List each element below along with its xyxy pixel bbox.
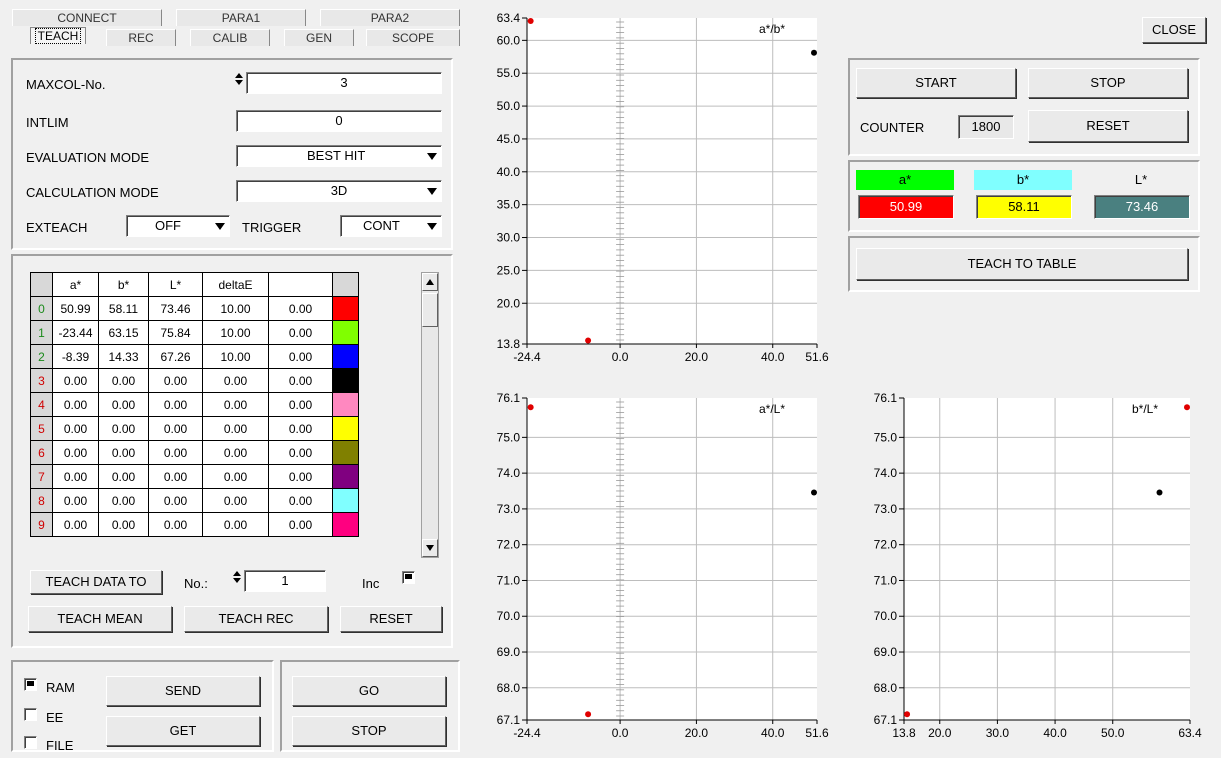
x-tick-label: 51.6 <box>805 726 829 740</box>
x-tick-label: 0.0 <box>612 726 629 740</box>
x-tick-label: -24.4 <box>513 726 541 740</box>
y-tick-label: 35.0 <box>497 198 521 212</box>
x-tick-label: 20.0 <box>928 726 952 740</box>
chart-title: b*/L* <box>1132 402 1158 416</box>
y-tick-label: 70.0 <box>497 609 521 623</box>
x-tick-label: 51.6 <box>805 350 829 364</box>
a-header: a* <box>856 170 954 190</box>
x-tick-label: 30.0 <box>986 726 1010 740</box>
plot-al-area <box>527 398 817 720</box>
y-tick-label: 13.8 <box>497 337 521 351</box>
x-tick-label: 13.8 <box>892 726 916 740</box>
data-point <box>904 711 911 718</box>
data-point <box>811 489 817 496</box>
plot-bl-area <box>904 398 1190 720</box>
y-tick-label: 25.0 <box>497 263 521 277</box>
data-point <box>1156 489 1163 496</box>
y-tick-label: 67.1 <box>874 713 898 727</box>
y-tick-label: 55.0 <box>497 66 521 80</box>
x-tick-label: 50.0 <box>1101 726 1125 740</box>
y-tick-label: 40.0 <box>497 165 521 179</box>
y-tick-label: 73.0 <box>874 502 898 516</box>
plot-ab-area <box>527 18 817 344</box>
chart-title: a*/b* <box>759 22 785 36</box>
teach-to-table-button[interactable]: TEACH TO TABLE <box>856 248 1188 280</box>
y-tick-label: 74.0 <box>497 466 521 480</box>
y-tick-label: 60.0 <box>497 33 521 47</box>
data-point <box>585 337 592 344</box>
data-point <box>1184 404 1190 411</box>
counter-reset-button[interactable]: RESET <box>1028 110 1188 142</box>
y-tick-label: 68.0 <box>874 681 898 695</box>
start-button[interactable]: START <box>856 68 1016 98</box>
data-point <box>811 49 817 56</box>
x-tick-label: 40.0 <box>761 350 785 364</box>
x-tick-label: 63.4 <box>1178 726 1202 740</box>
y-tick-label: 20.0 <box>497 296 521 310</box>
data-point <box>527 404 534 411</box>
y-tick-label: 30.0 <box>497 231 521 245</box>
x-tick-label: 40.0 <box>761 726 785 740</box>
y-tick-label: 75.0 <box>497 430 521 444</box>
y-tick-label: 63.4 <box>497 11 521 25</box>
y-tick-label: 76.1 <box>874 391 898 405</box>
y-tick-label: 69.0 <box>497 645 521 659</box>
y-tick-label: 76.1 <box>497 391 521 405</box>
x-tick-label: 40.0 <box>1043 726 1067 740</box>
y-tick-label: 73.0 <box>497 502 521 516</box>
x-tick-label: 0.0 <box>612 350 629 364</box>
y-tick-label: 67.1 <box>497 713 521 727</box>
chart-title: a*/L* <box>759 402 785 416</box>
x-tick-label: 20.0 <box>685 350 709 364</box>
a-value: 50.99 <box>858 195 954 219</box>
y-tick-label: 45.0 <box>497 132 521 146</box>
y-tick-label: 74.0 <box>874 466 898 480</box>
y-tick-label: 71.0 <box>497 573 521 587</box>
y-tick-label: 72.0 <box>874 538 898 552</box>
l-header: L* <box>1134 172 1148 187</box>
y-tick-label: 68.0 <box>497 681 521 695</box>
right-stop-button[interactable]: STOP <box>1028 68 1188 98</box>
y-tick-label: 70.0 <box>874 609 898 623</box>
data-point <box>585 711 592 718</box>
x-tick-label: 20.0 <box>685 726 709 740</box>
close-button[interactable]: CLOSE <box>1142 17 1206 43</box>
y-tick-label: 75.0 <box>874 430 898 444</box>
counter-label: COUNTER <box>860 120 925 135</box>
y-tick-label: 50.0 <box>497 99 521 113</box>
b-header: b* <box>974 170 1072 190</box>
y-tick-label: 71.0 <box>874 573 898 587</box>
y-tick-label: 72.0 <box>497 538 521 552</box>
counter-value: 1800 <box>958 115 1014 139</box>
data-point <box>527 18 534 24</box>
b-value: 58.11 <box>976 195 1072 219</box>
x-tick-label: -24.4 <box>513 350 541 364</box>
y-tick-label: 69.0 <box>874 645 898 659</box>
l-value: 73.46 <box>1094 195 1190 219</box>
